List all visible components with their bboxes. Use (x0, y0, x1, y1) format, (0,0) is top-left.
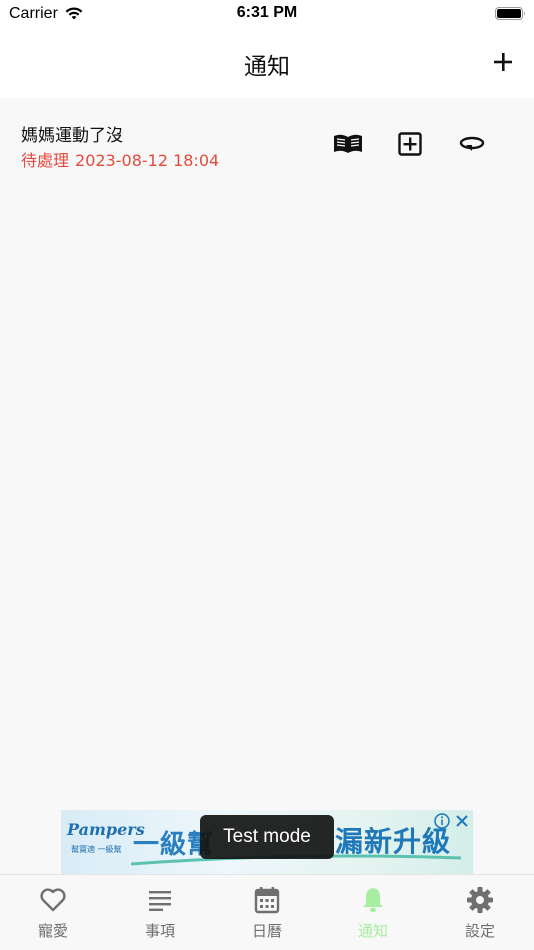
battery-icon (495, 6, 527, 26)
test-mode-toast: Test mode (200, 815, 334, 859)
tab-label: 事項 (144, 922, 175, 940)
bell-icon (320, 886, 426, 914)
page-title: 通知 (244, 54, 290, 80)
tab-notifications[interactable]: 通知 (320, 875, 426, 950)
tab-label: 日曆 (251, 922, 282, 940)
notification-datetime: 2023-08-12 18:04 (75, 151, 220, 170)
navigation-bar: 通知 (0, 30, 534, 98)
add-notification-button[interactable] (487, 46, 519, 78)
read-button[interactable] (331, 130, 365, 158)
ad-brand-subtitle: 幫寶適 一級幫 (71, 845, 122, 854)
calendar-icon (214, 886, 320, 914)
book-icon (334, 134, 362, 153)
notification-meta: 待處理 2023-08-12 18:04 (21, 147, 219, 171)
tab-settings[interactable]: 設定 (427, 875, 533, 950)
list-item[interactable]: 媽媽運動了沒 待處理 2023-08-12 18:04 (0, 108, 534, 182)
plus-square-icon (398, 132, 422, 156)
ad-close-icon[interactable] (454, 813, 470, 833)
repeat-icon (459, 136, 485, 151)
status-badge: 待處理 (21, 151, 70, 170)
list-icon (107, 886, 213, 914)
clock-label: 6:31 PM (236, 4, 298, 21)
ad-info-icon[interactable] (434, 813, 450, 833)
tab-calendar[interactable]: 日曆 (214, 875, 320, 950)
tab-pets[interactable]: 寵愛 (0, 875, 106, 950)
notification-title: 媽媽運動了沒 (21, 126, 123, 146)
tab-label: 通知 (357, 922, 388, 940)
tab-items[interactable]: 事項 (107, 875, 213, 950)
tab-label: 寵愛 (37, 922, 68, 940)
heart-icon (0, 886, 106, 914)
plus-icon (494, 53, 512, 71)
repeat-button[interactable] (455, 130, 489, 158)
tab-bar: 寵愛 事項 日曆 通知 設定 (0, 874, 534, 950)
notification-list: 媽媽運動了沒 待處理 2023-08-12 18:04 (0, 98, 534, 810)
add-item-button[interactable] (393, 130, 427, 158)
status-bar: Carrier 6:31 PM (0, 0, 534, 30)
gear-icon (427, 886, 533, 914)
tab-label: 設定 (464, 922, 495, 940)
